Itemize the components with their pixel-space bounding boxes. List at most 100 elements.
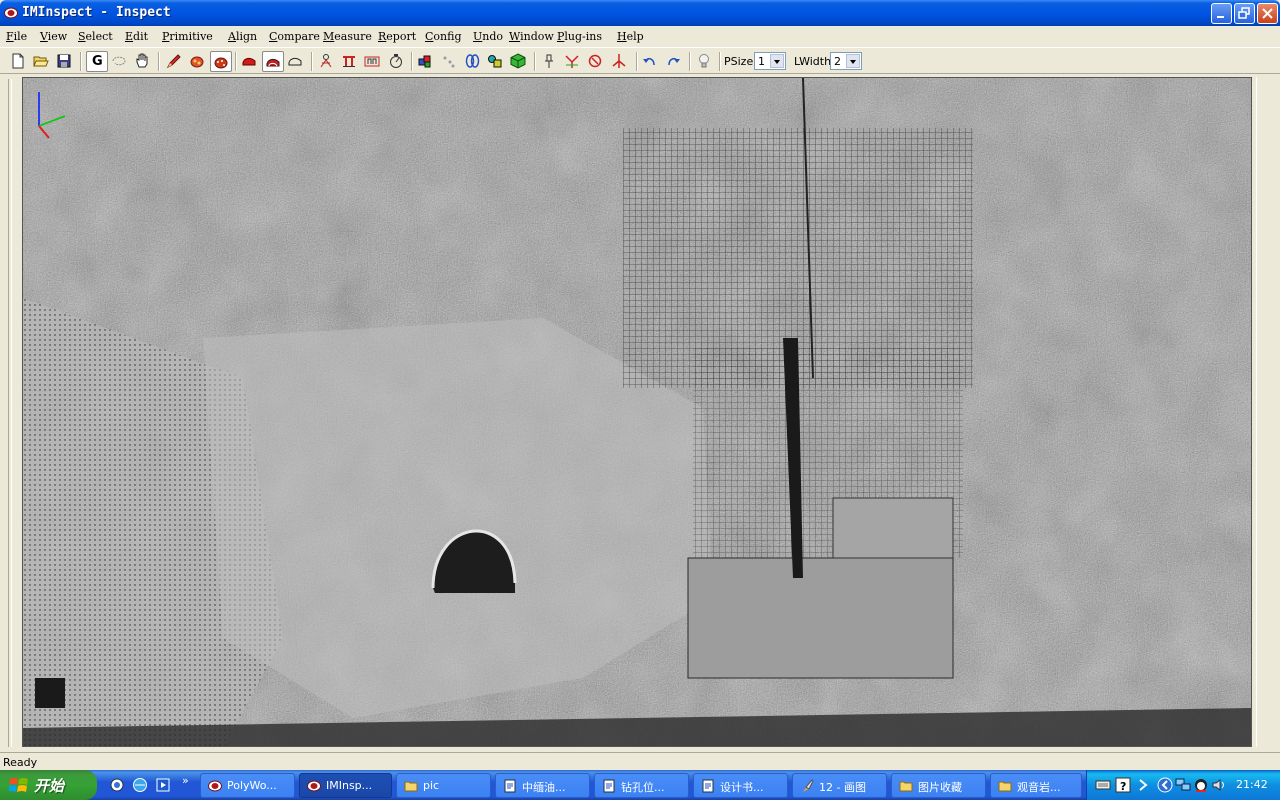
task-document-1[interactable]: 中缅油... bbox=[495, 773, 590, 798]
save-button[interactable] bbox=[54, 51, 76, 72]
close-button[interactable] bbox=[1257, 3, 1278, 24]
task-label: 12 - 画图 bbox=[819, 781, 866, 794]
compare-tool-button[interactable] bbox=[339, 51, 361, 72]
menu-select[interactable]: Select bbox=[76, 29, 115, 44]
help-icon[interactable]: ? bbox=[1115, 777, 1131, 793]
task-document-3[interactable]: 设计书... bbox=[693, 773, 788, 798]
minimize-button[interactable] bbox=[1211, 3, 1232, 24]
task-folder-2[interactable]: 观音岩... bbox=[990, 773, 1082, 798]
task-pictures[interactable]: 图片收藏 bbox=[891, 773, 986, 798]
paint-blob-icon bbox=[190, 56, 204, 68]
toolbar-separator bbox=[636, 52, 638, 71]
objects-button[interactable] bbox=[415, 51, 437, 72]
cloud-mesh-button[interactable] bbox=[485, 51, 507, 72]
windows-logo-icon bbox=[9, 778, 28, 792]
points-mode-button[interactable] bbox=[210, 51, 232, 72]
redo-arrow-icon bbox=[668, 57, 680, 66]
tray-expand-icon[interactable] bbox=[1157, 777, 1173, 793]
menu-primitive[interactable]: Primitive bbox=[160, 29, 215, 44]
show-desktop-icon[interactable] bbox=[109, 777, 125, 793]
tray-arrow-icon[interactable] bbox=[1135, 777, 1151, 793]
network-icon[interactable] bbox=[1175, 777, 1191, 793]
lasso-select-button[interactable] bbox=[109, 51, 131, 72]
start-button[interactable]: 开始 bbox=[0, 770, 97, 800]
surfaces-button[interactable] bbox=[462, 51, 484, 72]
snap-points-icon bbox=[443, 56, 455, 68]
shaded-wire-icon bbox=[266, 58, 280, 67]
quicklaunch-expand-icon[interactable]: » bbox=[182, 774, 189, 787]
pencil-tool-button[interactable] bbox=[164, 51, 186, 72]
toolbar-separator bbox=[80, 52, 82, 71]
title-bar[interactable]: IMInspect - Inspect bbox=[0, 0, 1280, 26]
menu-bar: File View Select Edit Primitive Align Co… bbox=[0, 26, 1280, 46]
lwidth-label: LWidth bbox=[794, 55, 832, 68]
menu-edit[interactable]: Edit bbox=[123, 29, 150, 44]
maximize-button[interactable] bbox=[1234, 3, 1255, 24]
align-tool-button[interactable] bbox=[316, 51, 338, 72]
g-mode-button[interactable]: G bbox=[86, 51, 108, 72]
volume-icon[interactable] bbox=[1211, 777, 1227, 793]
menu-measure[interactable]: Measure bbox=[321, 29, 374, 44]
lwidth-dropdown-arrow-icon[interactable] bbox=[846, 54, 860, 68]
folder-icon bbox=[899, 781, 913, 792]
task-label: 中缅油... bbox=[522, 781, 566, 794]
toolbar-separator bbox=[534, 52, 536, 71]
task-iminspect[interactable]: IMInsp... bbox=[299, 773, 392, 798]
snap-points-button[interactable] bbox=[438, 51, 460, 72]
psize-label: PSize bbox=[724, 55, 754, 68]
lwidth-select[interactable]: 2 bbox=[830, 52, 862, 70]
psize-dropdown-arrow-icon[interactable] bbox=[770, 54, 784, 68]
window-title: IMInspect - Inspect bbox=[22, 5, 171, 20]
shaded-wire-button[interactable] bbox=[262, 51, 284, 72]
clock[interactable]: 21:42 bbox=[1236, 778, 1268, 791]
task-polyworks[interactable]: PolyWo... bbox=[200, 773, 295, 798]
browser-icon[interactable] bbox=[132, 777, 148, 793]
shaded-mode-button[interactable] bbox=[239, 51, 261, 72]
fit-crosshair-icon bbox=[565, 55, 579, 68]
axis-tool-button[interactable] bbox=[609, 51, 631, 72]
light-button[interactable] bbox=[694, 51, 716, 72]
pin-tool-button[interactable] bbox=[539, 51, 561, 72]
close-icon bbox=[1262, 8, 1273, 19]
open-file-button[interactable] bbox=[31, 51, 53, 72]
section-tool-button[interactable] bbox=[362, 51, 384, 72]
media-icon[interactable] bbox=[155, 777, 171, 793]
paint-tool-button[interactable] bbox=[187, 51, 209, 72]
menu-file[interactable]: File bbox=[4, 29, 29, 44]
application-window: IMInspect - Inspect File View Select Edi… bbox=[0, 0, 1280, 770]
keyboard-icon[interactable] bbox=[1095, 777, 1111, 793]
pan-hand-button[interactable] bbox=[132, 51, 154, 72]
undo-button[interactable] bbox=[640, 51, 662, 72]
measure-tool-button[interactable] bbox=[386, 51, 408, 72]
redo-button[interactable] bbox=[663, 51, 685, 72]
fit-tool-button[interactable] bbox=[562, 51, 584, 72]
status-bar: Ready bbox=[0, 752, 1280, 770]
menu-compare[interactable]: Compare bbox=[267, 29, 322, 44]
status-text: Ready bbox=[3, 756, 38, 769]
rotate-tool-button[interactable] bbox=[585, 51, 607, 72]
menu-plugins[interactable]: Plug-ins bbox=[555, 29, 604, 44]
3d-viewport[interactable] bbox=[22, 77, 1252, 747]
red-shape-icon bbox=[242, 57, 256, 66]
task-pic-folder[interactable]: pic bbox=[396, 773, 491, 798]
menu-report[interactable]: Report bbox=[376, 29, 418, 44]
double-loop-icon bbox=[465, 54, 480, 68]
menu-help[interactable]: Help bbox=[615, 29, 646, 44]
menu-align[interactable]: Align bbox=[226, 29, 259, 44]
lasso-icon bbox=[112, 56, 126, 66]
task-document-2[interactable]: 钻孔位... bbox=[594, 773, 689, 798]
psize-select[interactable]: 1 bbox=[754, 52, 786, 70]
menu-window[interactable]: Window bbox=[507, 29, 556, 44]
pencil-icon bbox=[166, 54, 181, 69]
task-paint[interactable]: 12 - 画图 bbox=[792, 773, 887, 798]
solid-mesh-button[interactable] bbox=[508, 51, 530, 72]
app-icon[interactable] bbox=[4, 6, 18, 20]
messenger-icon[interactable] bbox=[1193, 777, 1209, 793]
wireframe-button[interactable] bbox=[285, 51, 307, 72]
menu-view[interactable]: View bbox=[38, 29, 69, 44]
new-file-button[interactable] bbox=[8, 51, 30, 72]
menu-config[interactable]: Config bbox=[423, 29, 464, 44]
save-disk-icon bbox=[57, 54, 71, 68]
toolbar-separator bbox=[689, 52, 691, 71]
menu-undo[interactable]: Undo bbox=[471, 29, 505, 44]
